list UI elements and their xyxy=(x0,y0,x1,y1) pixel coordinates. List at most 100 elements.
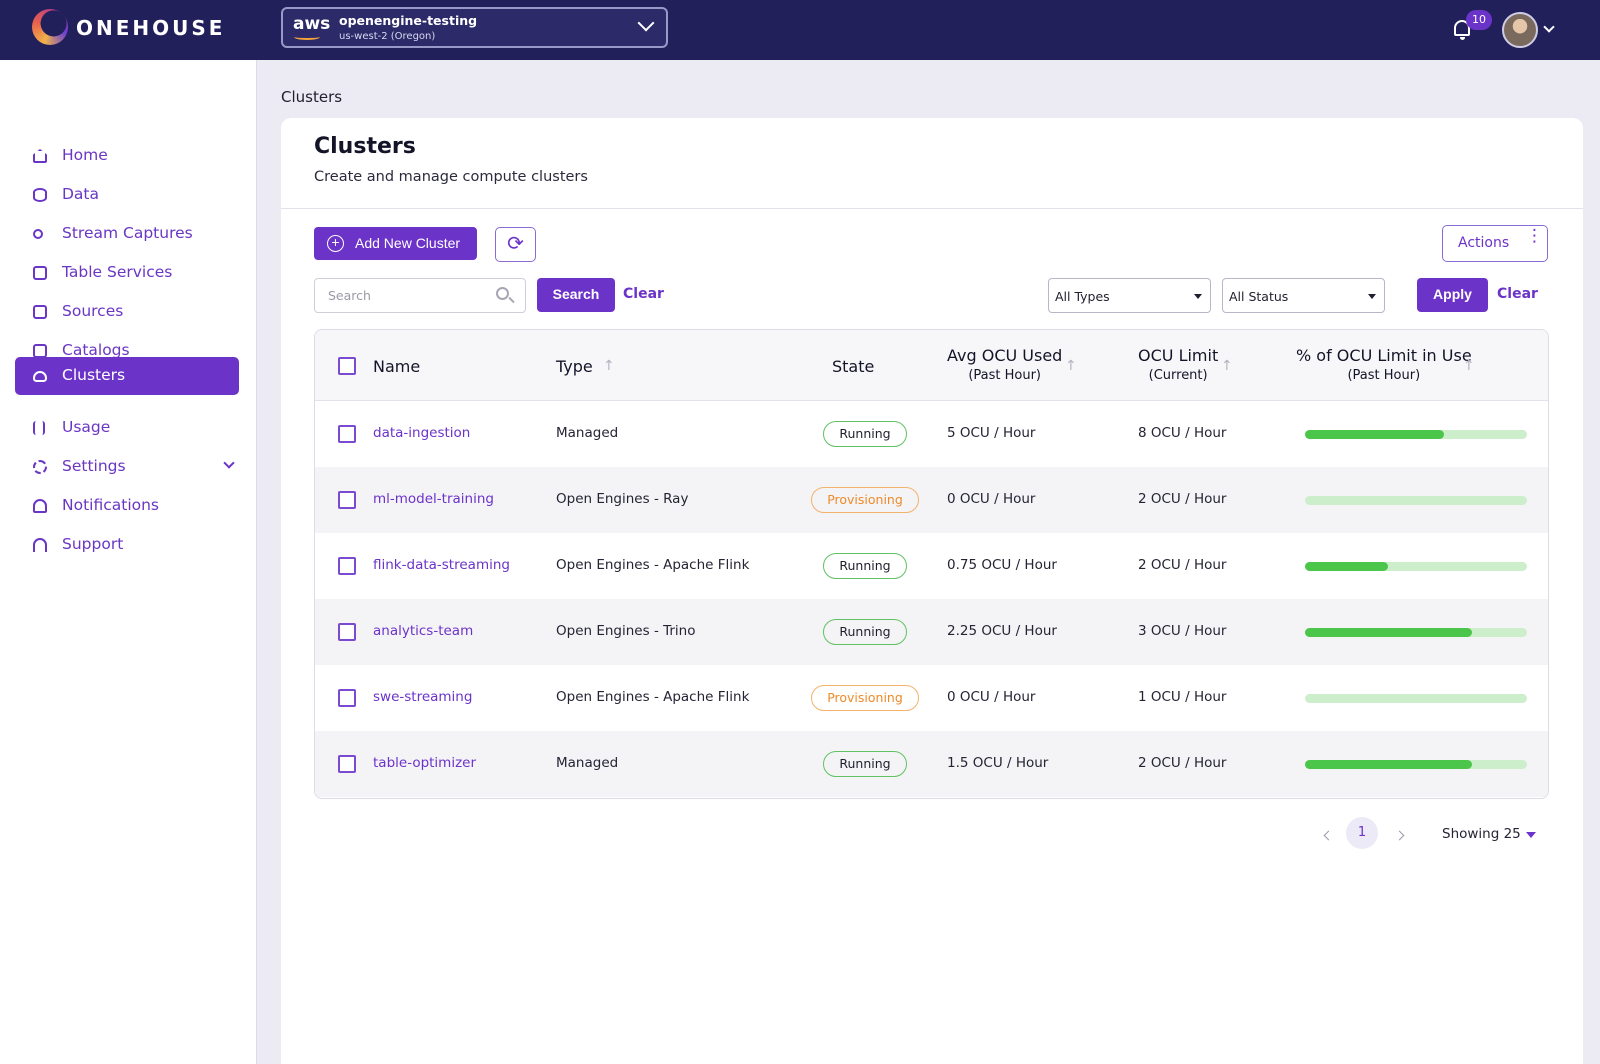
avg-ocu-value: 0 OCU / Hour xyxy=(947,689,1036,705)
status-filter-value: All Status xyxy=(1229,289,1289,304)
row-checkbox[interactable] xyxy=(338,491,356,509)
actions-label: Actions xyxy=(1458,235,1510,251)
chevron-down-icon[interactable] xyxy=(223,457,235,469)
sort-arrow-icon[interactable]: ↑ xyxy=(1221,359,1233,373)
cluster-name-link[interactable]: flink-data-streaming xyxy=(373,557,510,573)
column-ocu-limit[interactable]: OCU Limit (Current) xyxy=(1138,346,1218,383)
column-ocu-limit-subtitle: (Current) xyxy=(1148,368,1208,383)
sidebar-item-support[interactable]: Support xyxy=(15,526,239,564)
cluster-name-link[interactable]: table-optimizer xyxy=(373,755,476,771)
apply-label: Apply xyxy=(1433,286,1472,302)
clear-search-link[interactable]: Clear xyxy=(623,286,664,302)
ocu-usage-bar-fill xyxy=(1305,760,1472,769)
sort-arrow-icon[interactable]: ↑ xyxy=(603,359,615,373)
chevron-down-icon xyxy=(637,14,655,32)
bar-chart-icon xyxy=(33,421,45,435)
cluster-type: Open Engines - Ray xyxy=(556,491,689,507)
table-row[interactable]: data-ingestion Managed Running 5 OCU / H… xyxy=(315,401,1548,467)
column-avg-ocu-title: Avg OCU Used xyxy=(947,346,1063,365)
column-state: State xyxy=(832,357,875,376)
database-icon xyxy=(33,188,47,202)
ocu-limit-value: 2 OCU / Hour xyxy=(1138,491,1227,507)
search-button[interactable]: Search xyxy=(537,278,615,312)
user-avatar[interactable] xyxy=(1502,12,1538,48)
search-input[interactable]: Search xyxy=(314,278,526,313)
cluster-name-link[interactable]: ml-model-training xyxy=(373,491,494,507)
cluster-type: Open Engines - Apache Flink xyxy=(556,557,750,573)
status-badge: Running xyxy=(823,421,907,447)
cluster-name-link[interactable]: swe-streaming xyxy=(373,689,472,705)
sidebar-item-data[interactable]: Data xyxy=(15,176,239,214)
sidebar-item-notifications[interactable]: Notifications xyxy=(15,487,239,525)
table-row[interactable]: analytics-team Open Engines - Trino Runn… xyxy=(315,599,1548,665)
onehouse-logo-icon[interactable] xyxy=(32,9,68,45)
project-selector[interactable]: aws openengine-testing us-west-2 (Oregon… xyxy=(281,7,668,48)
user-menu-chevron-icon[interactable] xyxy=(1543,21,1555,33)
sort-arrow-icon[interactable]: ↑ xyxy=(1463,359,1475,373)
sort-arrow-icon[interactable]: ↑ xyxy=(1065,359,1077,373)
sidebar-item-clusters[interactable]: Clusters xyxy=(15,357,239,395)
clear-filters-link[interactable]: Clear xyxy=(1497,286,1538,302)
ocu-limit-value: 3 OCU / Hour xyxy=(1138,623,1227,639)
brand-name[interactable]: ONEHOUSE xyxy=(76,16,225,40)
row-checkbox[interactable] xyxy=(338,425,356,443)
ocu-usage-bar-fill xyxy=(1305,562,1389,571)
sidebar-item-label: Clusters xyxy=(62,366,126,384)
column-avg-ocu-subtitle: (Past Hour) xyxy=(968,368,1041,383)
ocu-limit-value: 8 OCU / Hour xyxy=(1138,425,1227,441)
table-row[interactable]: ml-model-training Open Engines - Ray Pro… xyxy=(315,467,1548,533)
type-filter-select[interactable]: All Types xyxy=(1048,278,1211,313)
sidebar-item-sources[interactable]: Sources xyxy=(15,293,239,331)
search-icon xyxy=(496,287,509,300)
ocu-limit-value: 1 OCU / Hour xyxy=(1138,689,1227,705)
search-button-label: Search xyxy=(552,286,600,302)
row-checkbox[interactable] xyxy=(338,755,356,773)
gear-icon xyxy=(33,460,47,474)
avg-ocu-value: 0 OCU / Hour xyxy=(947,491,1036,507)
table-icon xyxy=(33,266,47,280)
actions-button[interactable]: Actions ⋮ xyxy=(1442,225,1548,262)
cluster-name-link[interactable]: analytics-team xyxy=(373,623,473,639)
refresh-button[interactable]: ⟳ xyxy=(495,227,536,262)
home-icon xyxy=(33,149,47,163)
table-row[interactable]: swe-streaming Open Engines - Apache Flin… xyxy=(315,665,1548,731)
status-filter-select[interactable]: All Status xyxy=(1222,278,1385,313)
row-checkbox[interactable] xyxy=(338,623,356,641)
notification-count-badge: 10 xyxy=(1466,10,1492,30)
row-checkbox[interactable] xyxy=(338,557,356,575)
column-pct-ocu[interactable]: % of OCU Limit in Use (Past Hour) xyxy=(1296,346,1472,383)
sidebar-item-label: Usage xyxy=(62,418,111,436)
sidebar-item-home[interactable]: Home xyxy=(15,137,239,175)
caret-down-icon[interactable] xyxy=(1526,832,1536,838)
page-subtitle: Create and manage compute clusters xyxy=(314,169,588,185)
sidebar-item-stream-captures[interactable]: Stream Captures xyxy=(15,215,239,253)
ocu-limit-value: 2 OCU / Hour xyxy=(1138,755,1227,771)
sidebar-item-usage[interactable]: Usage xyxy=(15,409,239,447)
stream-icon xyxy=(33,229,43,239)
sidebar-item-settings[interactable]: Settings xyxy=(15,448,239,486)
sidebar-item-label: Support xyxy=(62,535,124,553)
sidebar-item-table-services[interactable]: Table Services xyxy=(15,254,239,292)
table-row[interactable]: table-optimizer Managed Running 1.5 OCU … xyxy=(315,731,1548,797)
select-all-checkbox[interactable] xyxy=(338,357,356,375)
row-checkbox[interactable] xyxy=(338,689,356,707)
column-ocu-limit-title: OCU Limit xyxy=(1138,346,1219,365)
apply-filters-button[interactable]: Apply xyxy=(1417,278,1488,312)
project-name: openengine-testing xyxy=(339,13,478,28)
sidebar: Home Data Stream Captures Table Services… xyxy=(0,60,257,1064)
column-type[interactable]: Type xyxy=(556,357,593,376)
column-name[interactable]: Name xyxy=(373,357,420,376)
page-number-button[interactable]: 1 xyxy=(1346,817,1378,849)
add-new-cluster-button[interactable]: + Add New Cluster xyxy=(314,227,477,260)
sources-icon xyxy=(33,305,47,319)
table-row[interactable]: flink-data-streaming Open Engines - Apac… xyxy=(315,533,1548,599)
status-badge: Running xyxy=(823,553,907,579)
ocu-usage-bar xyxy=(1305,760,1527,769)
caret-down-icon xyxy=(1194,294,1202,299)
ocu-usage-bar xyxy=(1305,562,1527,571)
column-avg-ocu[interactable]: Avg OCU Used (Past Hour) xyxy=(947,346,1062,383)
page-size-select[interactable]: Showing 25 xyxy=(1442,826,1521,842)
ocu-usage-bar-fill xyxy=(1305,628,1472,637)
search-placeholder: Search xyxy=(328,288,371,303)
cluster-name-link[interactable]: data-ingestion xyxy=(373,425,470,441)
